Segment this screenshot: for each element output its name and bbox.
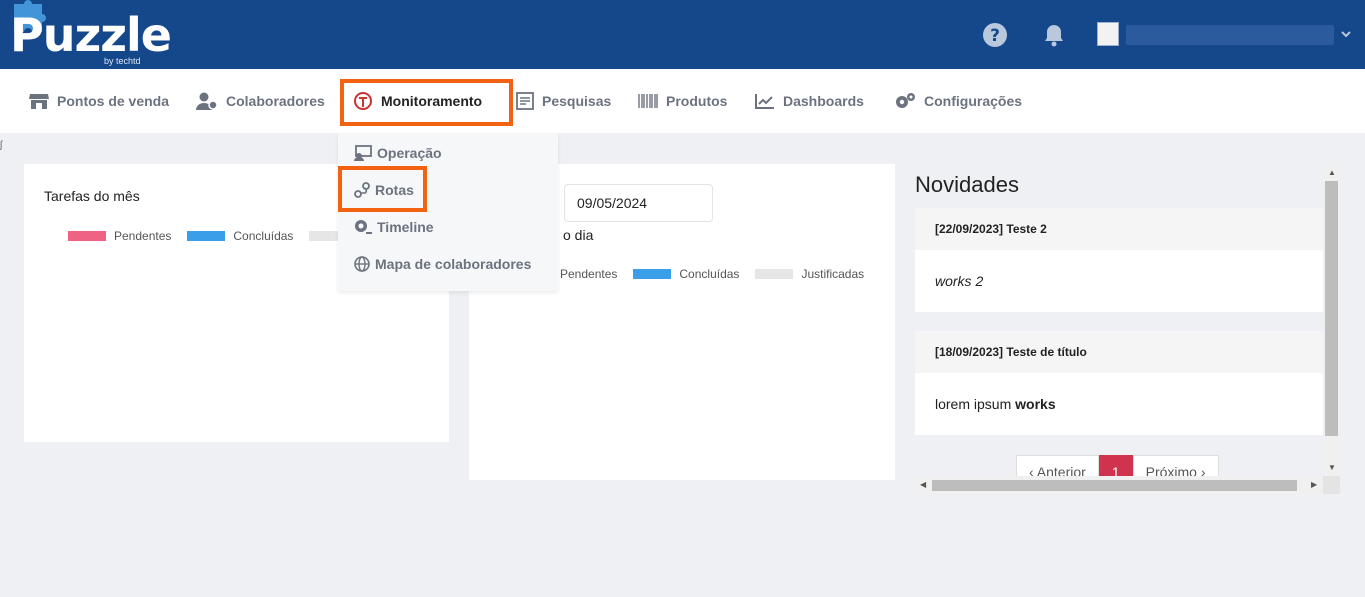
nav-item-configuracoes[interactable]: Configurações bbox=[894, 69, 1022, 133]
store-icon bbox=[29, 94, 49, 109]
timeline-icon bbox=[355, 220, 372, 234]
main-nav: Pontos de venda Colaboradores Monitorame… bbox=[0, 69, 1365, 133]
date-input[interactable]: 09/05/2024 bbox=[564, 184, 713, 222]
day-legend: Pendentes Concluídas Justificadas bbox=[514, 267, 880, 281]
scroll-up-arrow-icon[interactable]: ▲ bbox=[1328, 168, 1336, 177]
user-gear-icon bbox=[196, 92, 218, 110]
logo-subtitle: by techtd bbox=[104, 56, 141, 66]
avatar[interactable] bbox=[1097, 22, 1119, 46]
globe-icon bbox=[354, 256, 370, 272]
nav-item-dashboards[interactable]: Dashboards bbox=[755, 69, 864, 133]
pager-next-button[interactable]: Próximo › bbox=[1132, 455, 1219, 476]
dropdown-item-timeline[interactable]: Timeline bbox=[354, 217, 434, 237]
legend-swatch-pendentes bbox=[68, 231, 106, 241]
news-panel: Novidades [22/09/2023] Teste 2 works 2 [… bbox=[910, 164, 1340, 494]
legend-label[interactable]: Pendentes bbox=[114, 229, 171, 243]
username-redacted[interactable] bbox=[1126, 25, 1334, 45]
left-edge-mark: ʃ bbox=[0, 140, 3, 151]
puzzle-logo[interactable]: Puzzle by techtd bbox=[8, 0, 172, 68]
news-body-text: lorem ipsum bbox=[935, 396, 1016, 412]
monitoramento-dropdown: Operação Rotas Timeline Mapa de colabora… bbox=[338, 133, 558, 291]
day-tasks-title: o dia bbox=[563, 227, 594, 243]
scrollbar-corner bbox=[1323, 476, 1340, 494]
survey-icon bbox=[516, 92, 534, 110]
legend-label[interactable]: Pendentes bbox=[560, 267, 617, 281]
month-legend: Pendentes Concluídas bbox=[68, 229, 355, 243]
news-item: [18/09/2023] Teste de título lorem ipsum… bbox=[915, 331, 1323, 435]
nav-item-colaboradores[interactable]: Colaboradores bbox=[196, 69, 325, 133]
nav-label: Dashboards bbox=[783, 93, 864, 109]
news-body-bold: works bbox=[1015, 396, 1056, 412]
svg-text:?: ? bbox=[990, 26, 1000, 46]
legend-swatch-concluidas bbox=[187, 231, 226, 241]
legend-label[interactable]: Concluídas bbox=[679, 267, 739, 281]
nav-label: Configurações bbox=[924, 93, 1023, 109]
highlight-rotas bbox=[338, 166, 427, 212]
operation-icon bbox=[354, 145, 372, 161]
logo-text: Puzzle bbox=[10, 8, 172, 62]
help-icon[interactable]: ? bbox=[982, 22, 1008, 48]
news-vertical-scrollbar[interactable]: ▲ ▼ bbox=[1323, 166, 1340, 476]
news-item-body: lorem ipsum works bbox=[915, 373, 1323, 435]
scroll-thumb[interactable] bbox=[932, 480, 1297, 491]
dropdown-label: Mapa de colaboradores bbox=[375, 256, 532, 272]
barcode-icon bbox=[638, 94, 658, 108]
nav-item-pontos-de-venda[interactable]: Pontos de venda bbox=[29, 69, 169, 133]
legend-swatch-justificadas bbox=[755, 269, 794, 279]
legend-label[interactable]: Justificadas bbox=[801, 267, 864, 281]
news-title: Novidades bbox=[915, 172, 1019, 197]
scroll-down-arrow-icon[interactable]: ▼ bbox=[1328, 463, 1336, 472]
nav-label: Pesquisas bbox=[542, 93, 612, 109]
dropdown-label: Operação bbox=[377, 145, 442, 161]
scroll-right-arrow-icon[interactable]: ▶ bbox=[1311, 480, 1317, 489]
nav-label: Colaboradores bbox=[226, 93, 325, 109]
pager-prev-button[interactable]: ‹ Anterior bbox=[1016, 455, 1099, 476]
nav-label: Pontos de venda bbox=[57, 93, 170, 109]
news-item-body: works 2 bbox=[935, 273, 984, 289]
dropdown-item-mapa-de-colaboradores[interactable]: Mapa de colaboradores bbox=[354, 254, 531, 274]
scroll-thumb[interactable] bbox=[1325, 181, 1338, 436]
news-item-header: [22/09/2023] Teste 2 bbox=[915, 208, 1323, 250]
news-pagination: ‹ Anterior 1 Próximo › bbox=[1016, 455, 1219, 476]
legend-label[interactable]: Concluídas bbox=[233, 229, 293, 243]
news-item: [22/09/2023] Teste 2 works 2 bbox=[915, 208, 1323, 312]
pager-page-button[interactable]: 1 bbox=[1098, 455, 1133, 476]
nav-label: Produtos bbox=[666, 93, 728, 109]
month-tasks-title: Tarefas do mês bbox=[44, 188, 140, 204]
dropdown-item-operacao[interactable]: Operação bbox=[354, 143, 442, 163]
nav-item-produtos[interactable]: Produtos bbox=[638, 69, 727, 133]
bell-icon[interactable] bbox=[1041, 22, 1067, 48]
chevron-down-icon[interactable] bbox=[1340, 28, 1352, 40]
nav-item-pesquisas[interactable]: Pesquisas bbox=[516, 69, 611, 133]
news-item-header: [18/09/2023] Teste de título bbox=[915, 331, 1323, 373]
legend-swatch-concluidas bbox=[633, 269, 672, 279]
highlight-monitoramento bbox=[340, 79, 513, 126]
gears-icon bbox=[896, 93, 915, 108]
top-bar: Puzzle by techtd ? bbox=[0, 0, 1365, 69]
dropdown-label: Timeline bbox=[377, 219, 434, 235]
news-horizontal-scrollbar[interactable]: ◀ ▶ bbox=[915, 476, 1323, 494]
chart-line-icon bbox=[755, 94, 774, 109]
scroll-left-arrow-icon[interactable]: ◀ bbox=[920, 480, 926, 489]
